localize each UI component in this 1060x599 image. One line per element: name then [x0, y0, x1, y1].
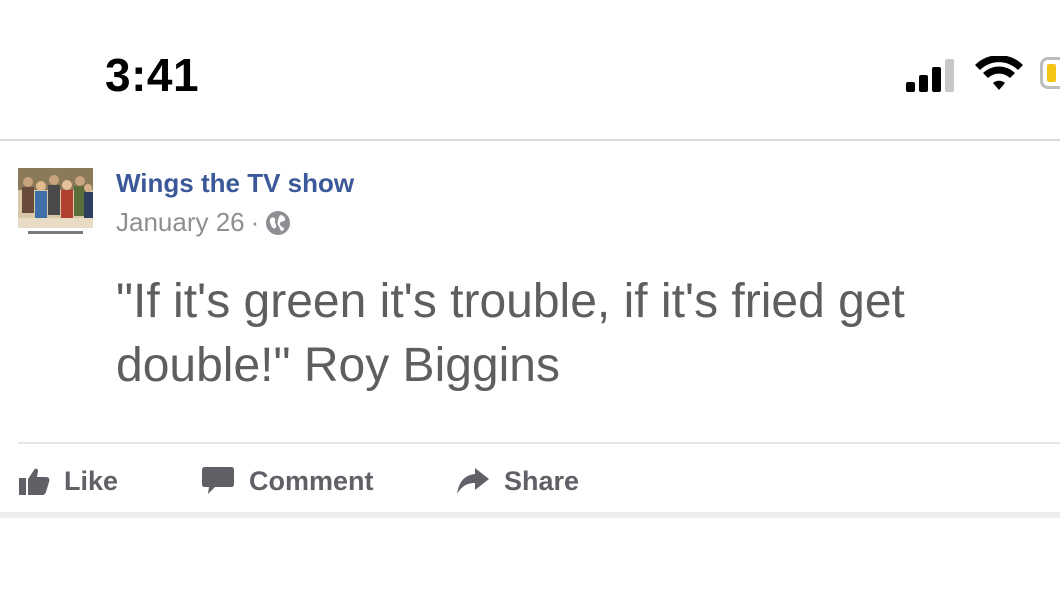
like-button[interactable]: Like: [18, 456, 118, 506]
share-arrow-icon: [457, 468, 489, 494]
comment-label: Comment: [249, 465, 374, 496]
post-action-bar: Like Comment Share: [0, 456, 1060, 506]
meta-separator: ·: [250, 206, 260, 237]
comment-button[interactable]: Comment: [201, 456, 374, 506]
page-avatar[interactable]: [18, 166, 93, 238]
status-divider: [0, 139, 1060, 141]
actions-divider: [18, 442, 1060, 444]
post-date[interactable]: January 26: [116, 207, 245, 238]
status-time: 3:41: [105, 49, 200, 101]
post-text: "If it's green it's trouble, if it's fri…: [116, 275, 905, 392]
page-name-link[interactable]: Wings the TV show: [116, 168, 354, 199]
post-meta: January 26 ·: [116, 205, 291, 239]
comment-icon: [202, 467, 234, 494]
share-button[interactable]: Share: [456, 456, 579, 506]
wifi-icon: [975, 56, 1023, 90]
like-label: Like: [64, 465, 119, 496]
cellular-signal-icon: [906, 58, 958, 92]
globe-icon: [266, 211, 291, 235]
share-label: Share: [504, 465, 580, 496]
post-bottom-border: [0, 512, 1060, 518]
status-bar: 3:41: [0, 0, 1060, 140]
thumbs-up-icon: [19, 468, 50, 495]
battery-icon: [1040, 57, 1060, 89]
